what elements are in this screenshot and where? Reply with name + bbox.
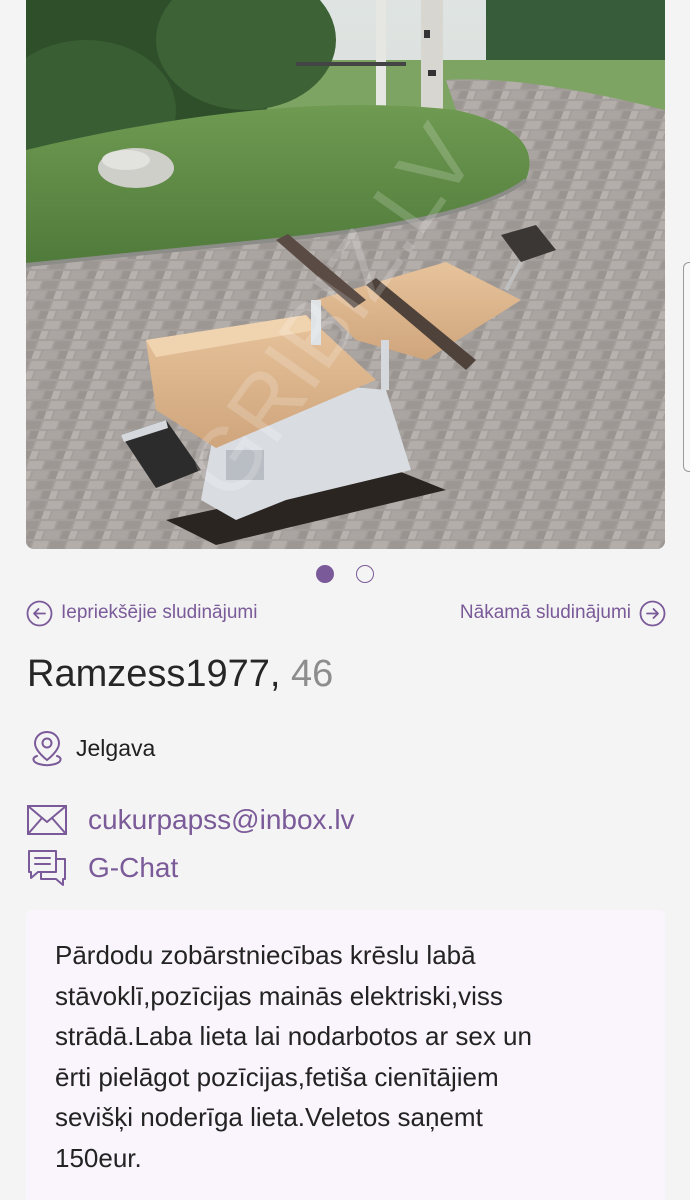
description-line: sevišķi noderīga lieta.Veletos saņemt [55, 1102, 483, 1132]
gallery-dots [0, 565, 690, 583]
profile-title: Ramzess1977, 46 [27, 653, 333, 696]
description-line: stāvoklī,pozīcijas mainās elektriski,vis… [55, 980, 503, 1011]
chat-row[interactable]: G-Chat [26, 848, 178, 888]
email-row[interactable]: cukurpapss@inbox.lv [26, 800, 355, 840]
description-line: Pārdodu zobārstniecības krēslu labā [55, 940, 476, 970]
location-text: Jelgava [76, 734, 156, 761]
arrow-right-circle-icon [639, 600, 666, 627]
profile-age: 46 [291, 653, 334, 695]
chat-bubbles-icon [26, 848, 68, 888]
email-link[interactable]: cukurpapss@inbox.lv [88, 804, 355, 836]
photo-image: GRIBIZ.LV [26, 0, 665, 549]
arrow-left-circle-icon [26, 600, 53, 627]
description-line: ērti pielāgot pozīcijas,fetiša cienītāji… [55, 1061, 499, 1092]
next-listings-label: Nākamā sludinājumi [459, 602, 631, 623]
listing-photo[interactable]: GRIBIZ.LV [26, 0, 665, 549]
scroll-edge-handle[interactable] [683, 262, 690, 472]
description-line: 150eur. [55, 1142, 142, 1173]
description-line: strādā.Laba lieta lai nodarbotos ar sex … [55, 1021, 532, 1051]
profile-name: Ramzess1977, [27, 653, 281, 695]
listing-navigation: Iepriekšējie sludinājumi Nākamā sludināj… [26, 599, 666, 627]
gallery-dot-2[interactable] [356, 565, 374, 583]
prev-listings-link[interactable]: Iepriekšējie sludinājumi [26, 600, 257, 627]
prev-listings-label: Iepriekšējie sludinājumi [61, 602, 258, 623]
gchat-link[interactable]: G-Chat [88, 852, 178, 884]
next-listings-link[interactable]: Nākamā sludinājumi [460, 600, 666, 627]
gallery-dot-1[interactable] [316, 565, 334, 583]
map-pin-icon [26, 728, 68, 768]
description-box: Pārdodu zobārstniecības krēslu labā stāv… [26, 910, 665, 1200]
location-row: Jelgava [26, 728, 155, 768]
envelope-icon [26, 800, 68, 840]
